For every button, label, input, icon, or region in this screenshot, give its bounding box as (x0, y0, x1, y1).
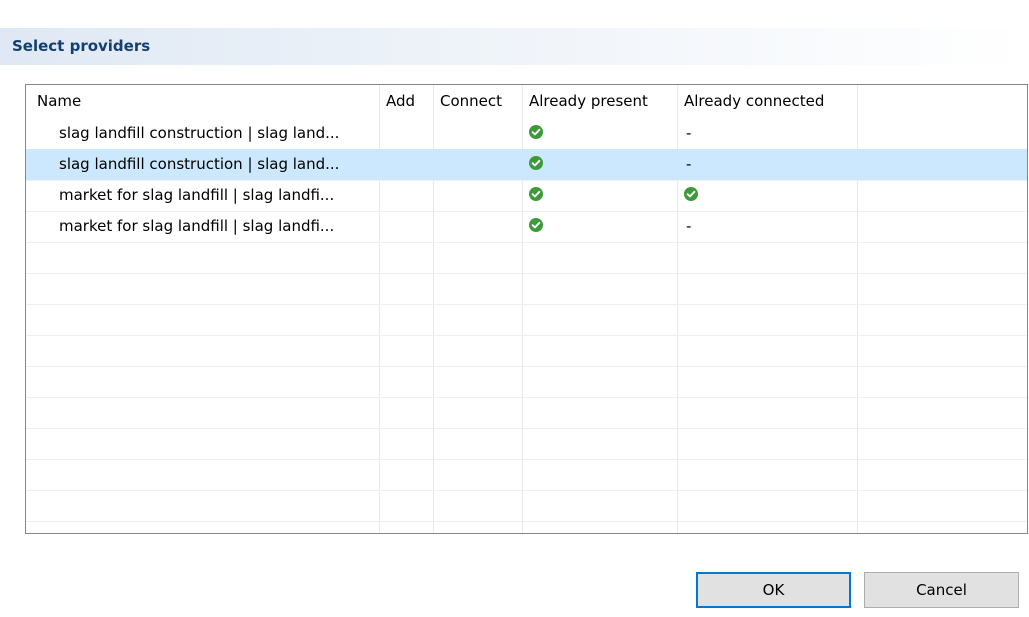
dialog-title: Select providers (12, 37, 151, 55)
row-already-connected: - (686, 155, 692, 173)
row-name: slag landfill construction | slag land..… (59, 124, 340, 142)
row-already-present (522, 118, 677, 149)
column-header-name[interactable]: Name (30, 85, 379, 118)
check-circle-icon (529, 125, 543, 139)
column-header-connect[interactable]: Connect (433, 85, 522, 118)
row-connect[interactable] (433, 180, 522, 211)
row-add[interactable] (379, 211, 433, 242)
row-add[interactable] (379, 118, 433, 149)
row-connect[interactable] (433, 118, 522, 149)
table-row[interactable]: market for slag landfill | slag landfi..… (26, 180, 1027, 211)
cancel-button[interactable]: Cancel (864, 572, 1019, 608)
table-row[interactable]: slag landfill construction | slag land..… (26, 118, 1027, 149)
ok-button[interactable]: OK (696, 572, 851, 608)
row-connect[interactable] (433, 149, 522, 180)
row-already-present (522, 211, 677, 242)
row-already-present (522, 149, 677, 180)
row-already-connected (677, 180, 857, 211)
row-add[interactable] (379, 149, 433, 180)
row-name: slag landfill construction | slag land..… (59, 155, 340, 173)
row-name: market for slag landfill | slag landfi..… (59, 217, 335, 235)
row-add[interactable] (379, 180, 433, 211)
dialog-title-bar: Select providers (0, 28, 1029, 65)
row-name: market for slag landfill | slag landfi..… (59, 186, 335, 204)
column-header-add[interactable]: Add (379, 85, 433, 118)
check-circle-icon (529, 187, 543, 201)
table-row-selected[interactable]: slag landfill construction | slag land..… (26, 149, 1027, 180)
check-circle-icon (684, 187, 698, 201)
check-circle-icon (529, 218, 543, 232)
row-already-connected: - (686, 124, 692, 142)
table-header: Name Add Connect Already present Already… (26, 85, 1027, 118)
row-connect[interactable] (433, 211, 522, 242)
row-already-present (522, 180, 677, 211)
table-row[interactable]: market for slag landfill | slag landfi..… (26, 211, 1027, 242)
column-header-already-present[interactable]: Already present (522, 85, 677, 118)
column-header-already-connected[interactable]: Already connected (677, 85, 857, 118)
check-circle-icon (529, 156, 543, 170)
row-already-connected: - (686, 217, 692, 235)
providers-table[interactable]: Name Add Connect Already present Already… (25, 84, 1028, 534)
